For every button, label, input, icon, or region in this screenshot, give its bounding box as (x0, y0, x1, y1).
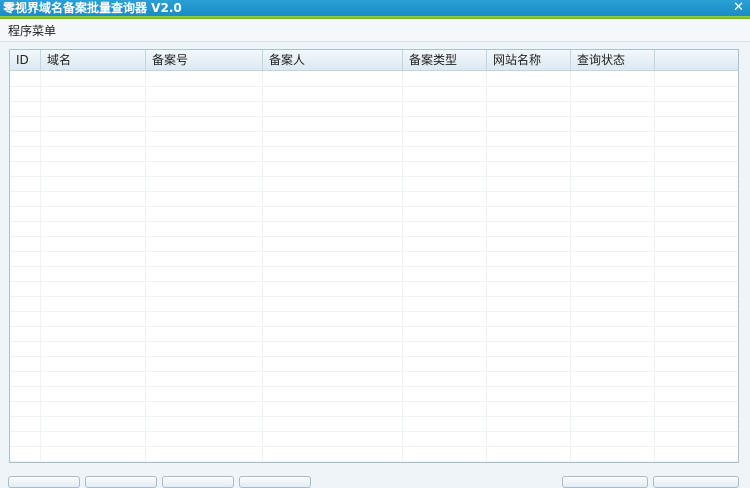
table-row[interactable] (10, 116, 738, 132)
action-button-3[interactable] (162, 476, 234, 488)
table-row[interactable] (10, 371, 738, 387)
table-row[interactable] (10, 191, 738, 207)
table-row[interactable] (10, 281, 738, 297)
table-row[interactable] (10, 401, 738, 417)
close-icon[interactable]: ✕ (733, 0, 744, 16)
table-row[interactable] (10, 266, 738, 282)
action-button-4[interactable] (239, 476, 311, 488)
column-header-record-number[interactable]: 备案号 (146, 50, 263, 70)
results-table[interactable]: ID 域名 备案号 备案人 备案类型 网站名称 查询状态 (9, 49, 739, 463)
table-row[interactable] (10, 176, 738, 192)
column-divider (570, 71, 571, 461)
table-row[interactable] (10, 431, 738, 447)
column-header-site-name[interactable]: 网站名称 (487, 50, 571, 70)
table-row[interactable] (10, 326, 738, 342)
table-row[interactable] (10, 71, 738, 87)
action-button-2[interactable] (85, 476, 157, 488)
table-row[interactable] (10, 341, 738, 357)
action-button-1[interactable] (8, 476, 80, 488)
column-header-record-type[interactable]: 备案类型 (403, 50, 487, 70)
table-row[interactable] (10, 161, 738, 177)
menu-bar: 程序菜单 (0, 19, 750, 42)
table-row[interactable] (10, 356, 738, 372)
column-header-query-status[interactable]: 查询状态 (571, 50, 655, 70)
column-divider (40, 71, 41, 461)
table-row[interactable] (10, 221, 738, 237)
column-divider (262, 71, 263, 461)
column-header-filler (655, 50, 738, 70)
table-row[interactable] (10, 251, 738, 267)
column-divider (402, 71, 403, 461)
action-button-6[interactable] (653, 476, 739, 488)
table-row[interactable] (10, 86, 738, 102)
column-divider (486, 71, 487, 461)
column-divider (145, 71, 146, 461)
table-row[interactable] (10, 311, 738, 327)
table-row[interactable] (10, 101, 738, 117)
title-bar: 零视界域名备案批量查询器 V2.0 ✕ (0, 0, 750, 16)
table-row[interactable] (10, 236, 738, 252)
table-row[interactable] (10, 416, 738, 432)
column-header-domain[interactable]: 域名 (41, 50, 146, 70)
table-header: ID 域名 备案号 备案人 备案类型 网站名称 查询状态 (10, 50, 738, 71)
window-title: 零视界域名备案批量查询器 V2.0 (3, 1, 182, 15)
table-row[interactable] (10, 296, 738, 312)
table-row[interactable] (10, 206, 738, 222)
action-button-5[interactable] (562, 476, 648, 488)
column-header-id[interactable]: ID (10, 50, 41, 70)
table-body (10, 71, 738, 462)
table-row[interactable] (10, 386, 738, 402)
program-menu[interactable]: 程序菜单 (8, 22, 56, 39)
table-row[interactable] (10, 446, 738, 462)
column-header-registrant[interactable]: 备案人 (263, 50, 403, 70)
column-divider (654, 71, 655, 461)
table-row[interactable] (10, 131, 738, 147)
table-row[interactable] (10, 146, 738, 162)
